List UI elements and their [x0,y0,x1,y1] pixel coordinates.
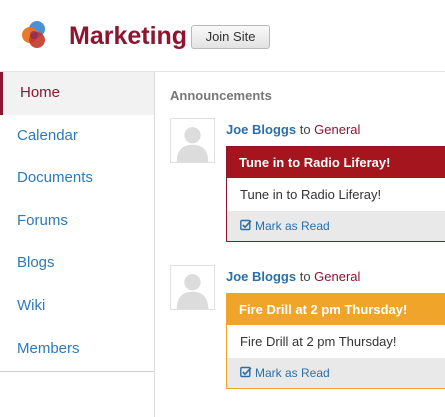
nav-item-members[interactable]: Members [0,328,154,371]
announcement-headline: Fire Drill at 2 pm Thursday! [227,294,445,325]
mark-as-read-label: Mark as Read [255,219,330,233]
group-link[interactable]: General [314,269,360,284]
sidebar-divider [0,371,154,372]
author-link[interactable]: Joe Bloggs [226,122,296,137]
site-navigation: Home Calendar Documents Forums Blogs Wik… [0,72,155,417]
announcement-headline: Tune in to Radio Liferay! [227,147,445,178]
site-header: Marketing Join Site [0,0,445,72]
site-logo-icon[interactable] [20,20,50,50]
user-avatar-icon[interactable] [170,265,215,310]
byline-connector: to [299,269,311,284]
check-square-icon [240,219,252,231]
join-site-button[interactable]: Join Site [191,25,270,49]
announcement-byline: Joe Bloggs to General [226,122,360,137]
announcement-body: Tune in to Radio Liferay! [240,187,382,202]
announcement-body: Fire Drill at 2 pm Thursday! [240,334,397,349]
announcement-card: Fire Drill at 2 pm Thursday! Fire Drill … [226,293,445,389]
announcement-byline: Joe Bloggs to General [226,269,360,284]
check-square-icon [240,366,252,378]
author-link[interactable]: Joe Bloggs [226,269,296,284]
nav-item-documents[interactable]: Documents [0,157,154,200]
mark-as-read-button[interactable]: Mark as Read [227,211,445,241]
nav-item-forums[interactable]: Forums [0,200,154,243]
mark-as-read-label: Mark as Read [255,366,330,380]
group-link[interactable]: General [314,122,360,137]
nav-item-calendar[interactable]: Calendar [0,115,154,158]
nav-item-home[interactable]: Home [0,72,154,115]
byline-connector: to [299,122,311,137]
user-avatar-icon[interactable] [170,118,215,163]
nav-item-wiki[interactable]: Wiki [0,285,154,328]
site-title[interactable]: Marketing [69,20,187,52]
announcement-card: Tune in to Radio Liferay! Tune in to Rad… [226,146,445,242]
announcements-title: Announcements [170,88,272,103]
nav-item-blogs[interactable]: Blogs [0,242,154,285]
mark-as-read-button[interactable]: Mark as Read [227,358,445,388]
